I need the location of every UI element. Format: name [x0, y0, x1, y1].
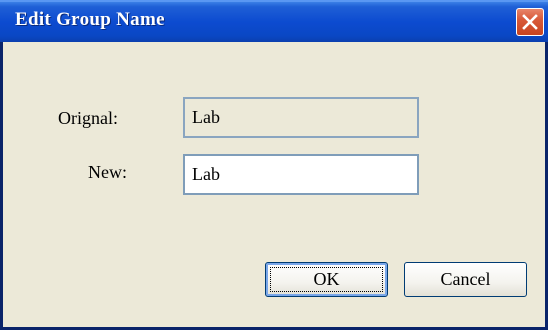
new-label: New: [88, 162, 127, 182]
cancel-button-label: Cancel [440, 269, 491, 289]
title-bar[interactable]: Edit Group Name [0, 0, 548, 42]
cancel-button[interactable]: Cancel [404, 262, 527, 297]
ok-button-label: OK [313, 269, 340, 289]
edit-group-name-dialog: Edit Group Name Orignal: Lab New: OK Can… [0, 0, 548, 330]
ok-button[interactable]: OK [265, 262, 388, 297]
new-name-input[interactable] [183, 154, 419, 195]
close-button[interactable] [516, 8, 544, 36]
dialog-title: Edit Group Name [15, 9, 165, 30]
original-label: Orignal: [58, 108, 118, 128]
original-name-field: Lab [183, 97, 419, 138]
close-icon [522, 14, 538, 30]
